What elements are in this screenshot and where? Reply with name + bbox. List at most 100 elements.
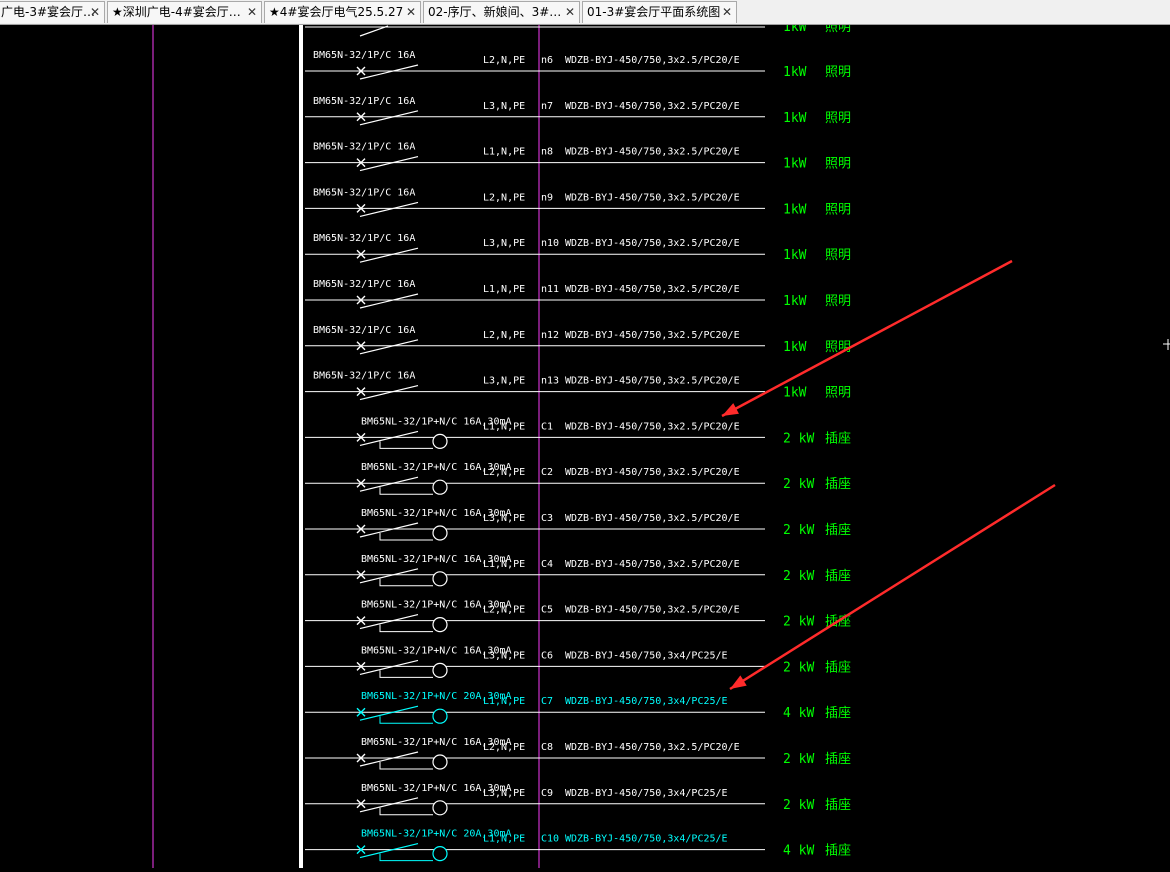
cable-spec: WDZB-BYJ-450/750,3x2.5/PC20/E [565, 421, 740, 432]
rcd-circle [432, 708, 448, 724]
cable-spec: WDZB-BYJ-450/750,3x4/PC25/E [565, 696, 728, 707]
usage-label: 插座 [825, 431, 851, 446]
circuit-id: C5 [541, 605, 553, 616]
usage-label: 照明 [825, 340, 851, 355]
power-value: 1kW [783, 65, 807, 80]
tab-02-lobby[interactable]: 02-序厅、新娘间、3#… ✕ [423, 1, 580, 23]
close-icon[interactable]: ✕ [90, 2, 100, 23]
power-value: 1kW [783, 202, 807, 217]
power-value: 2 kW [783, 569, 814, 584]
breaker-label: BM65N-32/1P/C 16A [313, 187, 415, 198]
phase-label: L1,N,PE [483, 559, 525, 570]
circuit-id: n7 [541, 101, 553, 112]
usage-label: 插座 [825, 798, 851, 813]
power-value: 2 kW [783, 431, 814, 446]
phase-label: L1,N,PE [483, 284, 525, 295]
rcd-circle [432, 662, 448, 679]
power-value: 1kW [783, 340, 807, 355]
circuit-id: C4 [541, 559, 553, 570]
cable-spec: WDZB-BYJ-450/750,3x2.5/PC20/E [565, 467, 740, 478]
breaker-contact [359, 843, 419, 859]
cable-spec: WDZB-BYJ-450/750,3x2.5/PC20/E [565, 147, 740, 158]
cable-spec: WDZB-BYJ-450/750,3x2.5/PC20/E [565, 101, 740, 112]
circuit-id: C1 [541, 421, 553, 432]
phase-label: L3,N,PE [483, 238, 525, 249]
circuit-id: C3 [541, 513, 553, 524]
phase-label: L2,N,PE [483, 55, 525, 66]
breaker-label: BM65N-32/1P/C 16A [313, 142, 415, 153]
circuit-id: C6 [541, 650, 553, 661]
power-value: 2 kW [783, 615, 814, 630]
power-value: 1kW [783, 248, 807, 263]
close-icon[interactable]: ✕ [722, 2, 732, 23]
circuit-row-partial: 1kW 照明 [305, 20, 851, 37]
cable-spec: WDZB-BYJ-450/750,3x4/PC25/E [565, 834, 728, 845]
power-value: 2 kW [783, 752, 814, 767]
rcd-circle [432, 571, 448, 587]
circuit-row-C9: BM65NL-32/1P+N/C 16A,30mAL3,N,PE C9 WDZB-B… [305, 783, 851, 816]
usage-label: 照明 [825, 248, 851, 263]
rcd-link [379, 487, 433, 495]
tab-4-electrical[interactable]: ★4#宴会厅电气25.5.27 ✕ [264, 1, 421, 23]
cable-spec: WDZB-BYJ-450/750,3x2.5/PC20/E [565, 192, 740, 203]
phase-label: L2,N,PE [483, 330, 525, 341]
breaker-contact [359, 659, 419, 675]
cable-spec: WDZB-BYJ-450/750,3x2.5/PC20/E [565, 605, 740, 616]
phase-label: L3,N,PE [483, 650, 525, 661]
power-value: 2 kW [783, 798, 814, 813]
cable-spec: WDZB-BYJ-450/750,3x4/PC25/E [565, 650, 728, 661]
circuit-id: n8 [541, 147, 553, 158]
phase-label: L2,N,PE [483, 605, 525, 616]
circuit-row-n13: BM65N-32/1P/C 16A L3,N,PE n13 WDZB-BYJ-450/… [305, 371, 851, 401]
power-value: 2 kW [783, 477, 814, 492]
tab-3-banquet-hall[interactable]: 广电-3#宴会厅… ✕ [0, 1, 105, 23]
tab-4-banquet-hall[interactable]: ★深圳广电-4#宴会厅… ✕ [107, 1, 262, 23]
breaker-contact [359, 156, 419, 172]
rcd-circle [432, 754, 448, 770]
circuit-id: C10 [541, 834, 559, 845]
rcd-circle [432, 616, 448, 633]
circuit-row-n8: BM65N-32/1P/C 16A L1,N,PE n8 WDZB-BYJ-450/7… [305, 142, 851, 172]
rcd-link [379, 624, 433, 633]
close-icon[interactable]: ✕ [247, 2, 257, 23]
breaker-label: BM65N-32/1P/C 16A [313, 96, 415, 107]
arrow-head [730, 675, 747, 689]
cable-spec: WDZB-BYJ-450/750,3x2.5/PC20/E [565, 238, 740, 249]
rcd-link [379, 578, 433, 587]
crosshair-cursor-icon [1163, 339, 1170, 350]
power-value: 1kW [783, 386, 807, 401]
usage-label: 照明 [825, 25, 851, 35]
circuit-id: C2 [541, 467, 553, 478]
breaker-label: BM65N-32/1P/C 16A [313, 279, 415, 290]
close-icon[interactable]: ✕ [406, 2, 416, 23]
circuit-id: C8 [541, 742, 553, 753]
usage-label: 照明 [825, 65, 851, 80]
usage-label: 插座 [825, 706, 851, 721]
breaker-label: BM65N-32/1P/C 16A [313, 371, 415, 382]
cable-spec: WDZB-BYJ-450/750,3x2.5/PC20/E [565, 513, 740, 524]
arrow-shaft [729, 483, 1056, 691]
tab-01-system-diagram[interactable]: 01-3#宴会厅平面系统图 ✕ [582, 1, 737, 23]
usage-label: 照明 [825, 157, 851, 172]
circuit-row-C3: BM65NL-32/1P+N/C 16A,30mAL3,N,PE C3 WDZB-B… [305, 508, 851, 541]
circuit-row-n12: BM65N-32/1P/C 16A L2,N,PE n12 WDZB-BYJ-450/… [305, 325, 851, 355]
phase-label: L2,N,PE [483, 192, 525, 203]
close-icon[interactable]: ✕ [565, 2, 575, 23]
cable-spec: WDZB-BYJ-450/750,3x2.5/PC20/E [565, 284, 740, 295]
cable-spec: WDZB-BYJ-450/750,3x2.5/PC20/E [565, 559, 740, 570]
rcd-link [379, 716, 433, 724]
cad-drawing-canvas[interactable]: 1kW 照明 BM65N-32/1P/C 16A L2,N,PE n6 WDZB-BYJ-… [0, 20, 1170, 868]
rcd-circle [432, 845, 448, 862]
power-value: 2 kW [783, 523, 814, 538]
phase-label: L3,N,PE [483, 513, 525, 524]
phase-label: L3,N,PE [483, 101, 525, 112]
circuit-id: C7 [541, 696, 553, 707]
rcd-link [379, 670, 433, 678]
power-value: 4 kW [783, 706, 814, 721]
power-value: 1kW [783, 294, 807, 309]
tab-label: 02-序厅、新娘间、3#… [428, 5, 562, 19]
power-value: 1kW [783, 25, 807, 35]
usage-label: 照明 [825, 202, 851, 217]
breaker-contact [359, 339, 419, 355]
cable-spec: WDZB-BYJ-450/750,3x2.5/PC20/E [565, 330, 740, 341]
